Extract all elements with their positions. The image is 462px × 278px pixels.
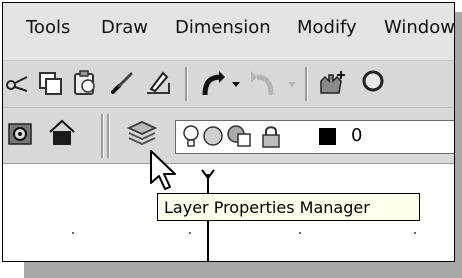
lightbulb-icon[interactable] [182, 124, 200, 150]
pan-icon[interactable] [315, 67, 349, 99]
menu-dimension[interactable]: Dimension [175, 17, 271, 38]
color-swatch-icon [319, 128, 336, 145]
tooltip: Layer Properties Manager [157, 193, 420, 221]
mouse-pointer-icon [150, 150, 176, 190]
menu-tools[interactable]: Tools [26, 17, 70, 38]
layer-control-dropdown[interactable]: 0 [175, 120, 454, 154]
menu-window[interactable]: Window [384, 17, 454, 38]
zoom-icon[interactable] [359, 69, 389, 99]
toolbar-separator [305, 67, 308, 101]
current-layer-name: 0 [351, 125, 363, 146]
copy-icon[interactable] [37, 70, 65, 96]
house-icon[interactable] [47, 118, 77, 148]
undo-dropdown-icon[interactable] [231, 80, 241, 88]
lock-icon[interactable] [260, 124, 284, 150]
settings-icon[interactable] [7, 120, 33, 148]
viewport-icon[interactable] [226, 124, 252, 148]
grid-dot [72, 232, 74, 234]
screenshot-shadow-bottom [24, 261, 462, 278]
menu-modify[interactable]: Modify [297, 17, 357, 38]
layer-properties-icon[interactable] [125, 118, 159, 150]
menu-bar: Tools Draw Dimension Modify Window [3, 3, 454, 61]
toolbar-grip[interactable] [101, 114, 104, 158]
toolbar-separator [185, 67, 188, 101]
grid-dot [189, 232, 191, 234]
grid-dot [299, 232, 301, 234]
screenshot-shadow-right [454, 12, 462, 268]
redraw-icon[interactable] [143, 69, 173, 97]
application-window: Tools Draw Dimension Modify Window 0 Lay… [2, 2, 455, 262]
brush-icon[interactable] [109, 70, 135, 96]
redo-icon[interactable] [249, 69, 279, 99]
match-properties-icon[interactable] [5, 71, 29, 95]
axis-marker-icon [201, 169, 215, 180]
toolbar-grip[interactable] [107, 114, 110, 158]
menu-draw[interactable]: Draw [101, 17, 148, 38]
grid-dot [414, 232, 416, 234]
freeze-icon[interactable] [202, 125, 224, 147]
redo-dropdown-icon[interactable] [287, 80, 297, 88]
undo-icon[interactable] [197, 69, 227, 99]
standard-toolbar [3, 61, 454, 108]
paste-icon[interactable] [71, 69, 99, 97]
